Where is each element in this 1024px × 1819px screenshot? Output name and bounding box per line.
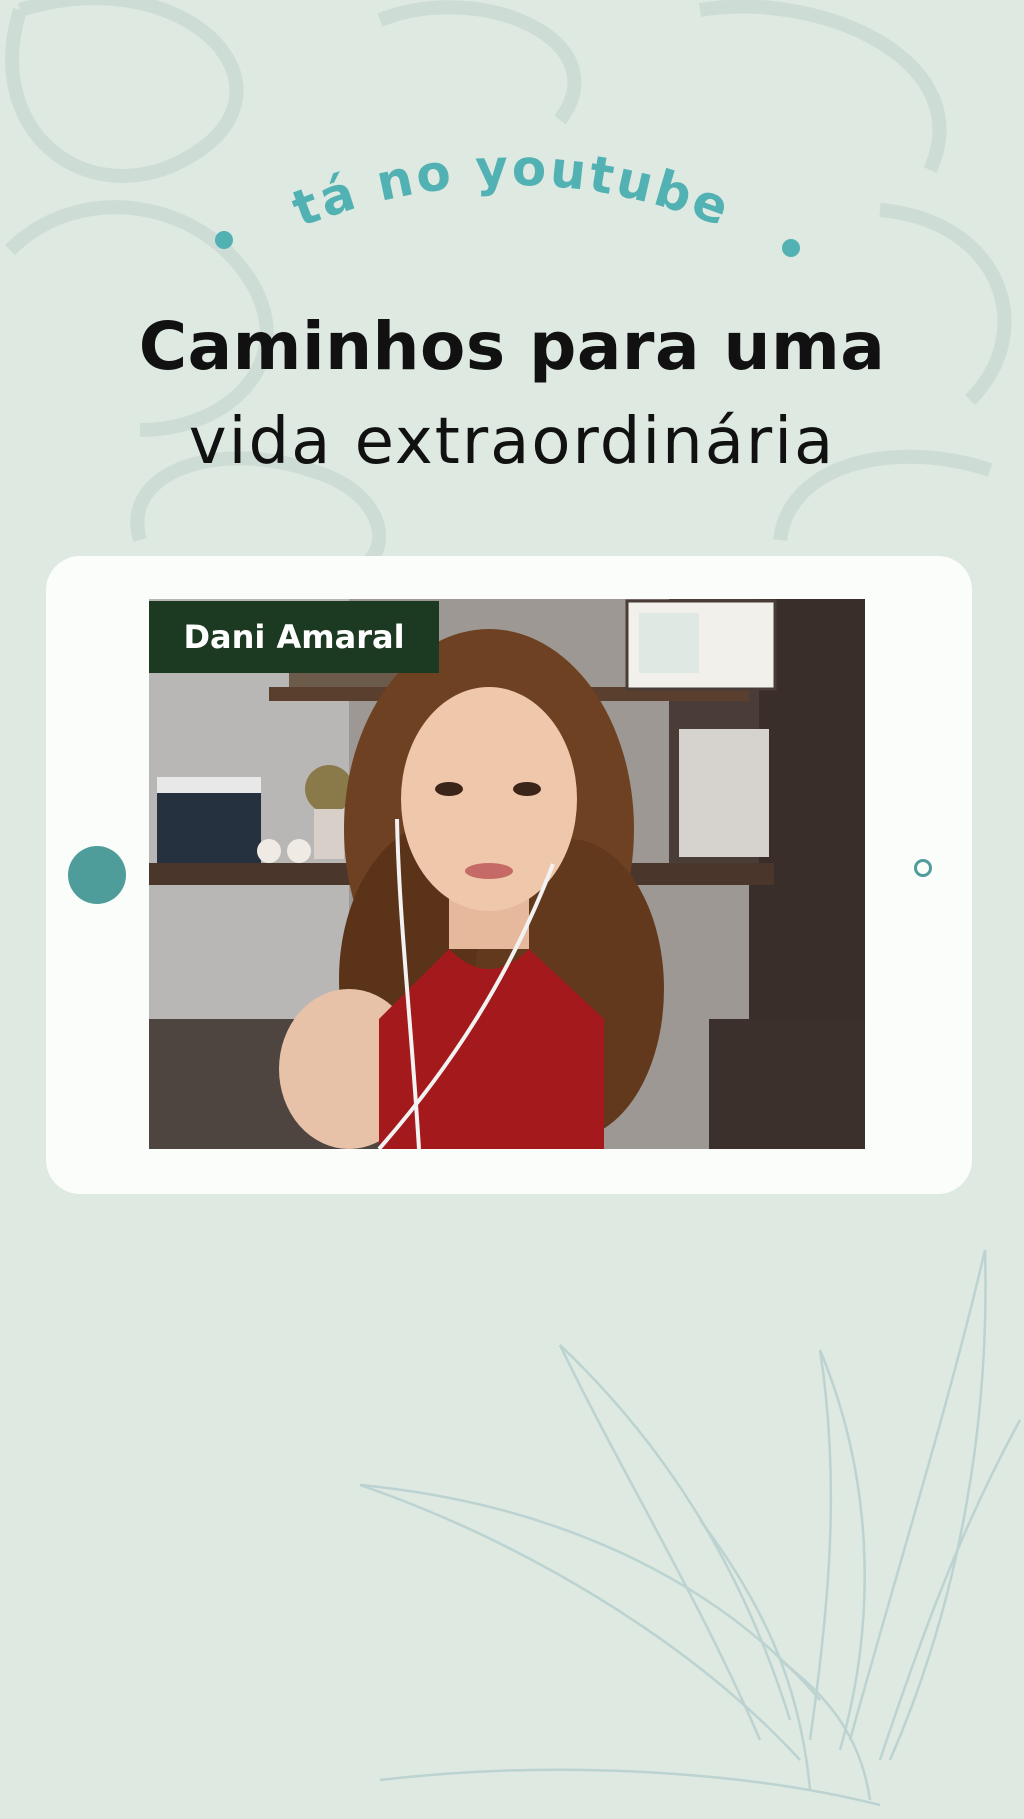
tablet-camera-dot — [68, 846, 126, 904]
video-still — [149, 599, 865, 1149]
headline-bold: Caminhos para uma — [138, 308, 886, 385]
participant-name-tag: Dani Amaral — [149, 601, 439, 673]
tablet-frame: Dani Amaral — [46, 556, 972, 1194]
headline-light: vida extraordinária — [188, 405, 836, 479]
svg-text:tá no youtube: tá no youtube — [285, 139, 739, 239]
tablet-sensor-dot — [914, 859, 932, 877]
arched-kicker: tá no youtube — [285, 139, 739, 239]
kicker-dot-right — [782, 239, 800, 257]
kicker-dot-left — [215, 231, 233, 249]
video-frame[interactable]: Dani Amaral — [149, 599, 865, 1149]
kicker-text: tá no youtube — [285, 139, 736, 239]
